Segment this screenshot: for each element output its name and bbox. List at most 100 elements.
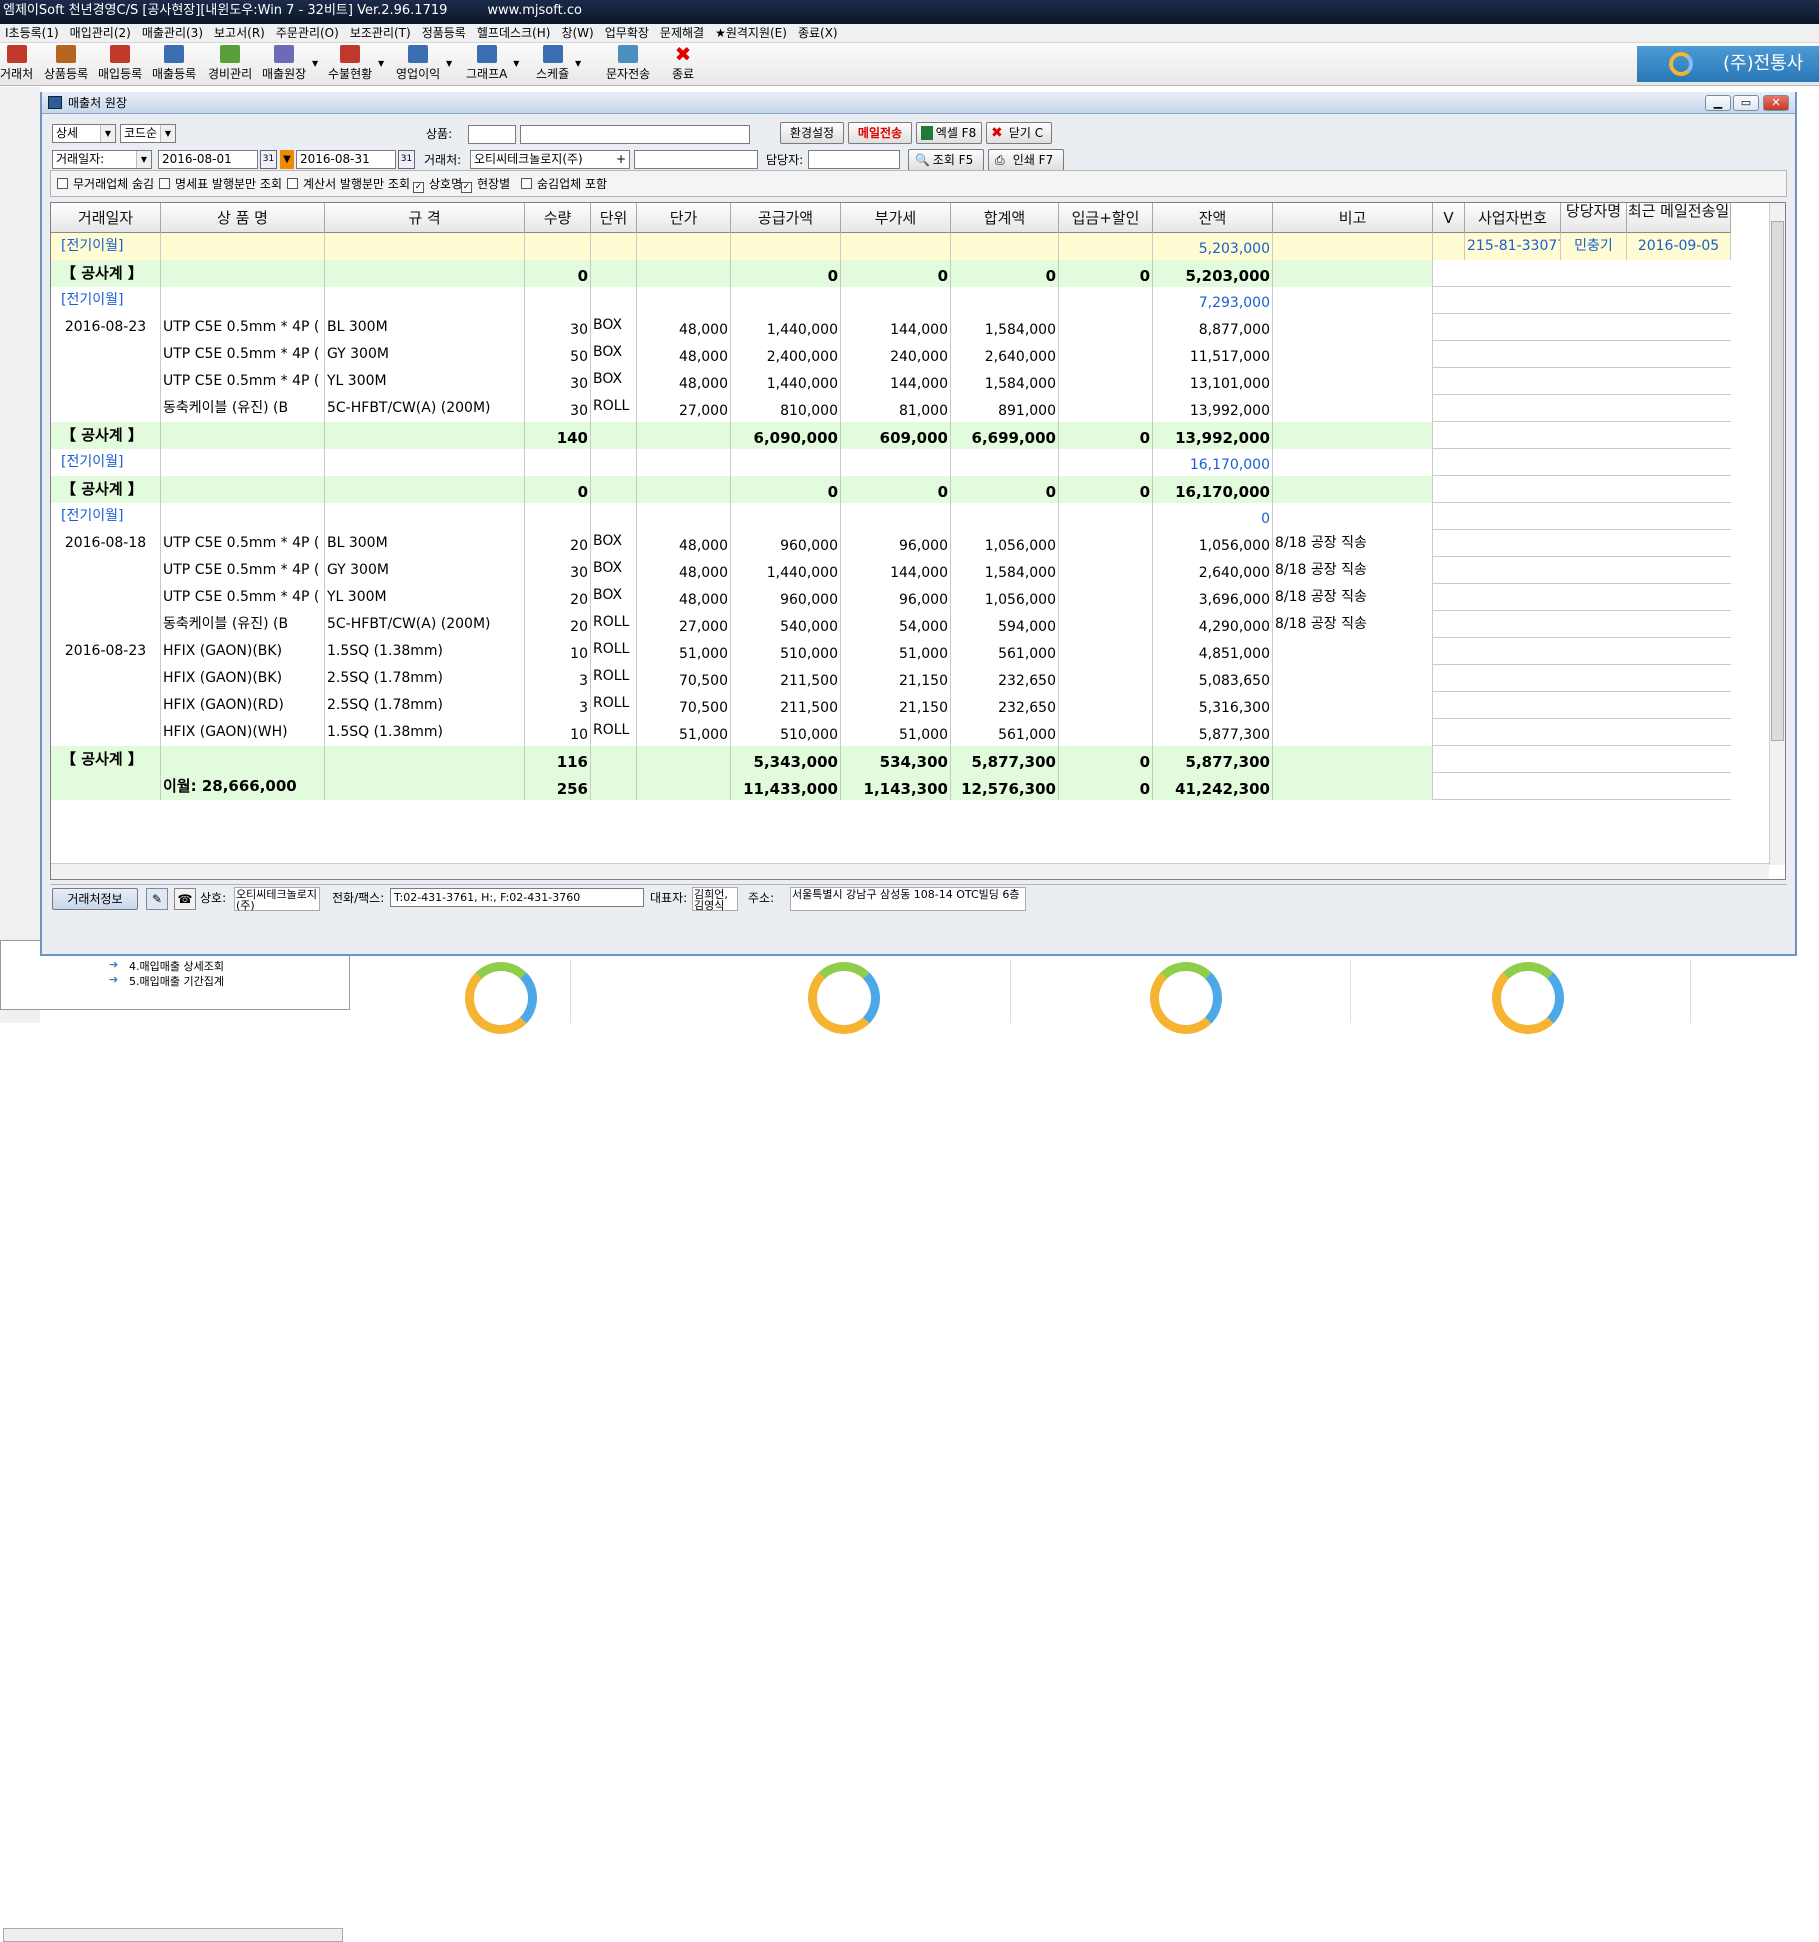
dropdown-arrow-icon[interactable]: ▼ bbox=[513, 59, 519, 68]
column-header[interactable]: 단위 bbox=[591, 203, 637, 233]
column-header[interactable]: 최근 메일전송일 bbox=[1627, 203, 1731, 233]
toolbar-ledger-button[interactable]: 매출원장 ▼ bbox=[262, 45, 318, 85]
column-header[interactable]: 규 격 bbox=[325, 203, 525, 233]
table-row[interactable]: UTP C5E 0.5mm * 4P (YL 300M 20 BOX 48,000 96… bbox=[51, 584, 1731, 611]
tree-item[interactable]: 4.매입매출 상세조회 bbox=[129, 958, 224, 974]
menu-item[interactable]: I초등록(1) bbox=[0, 24, 65, 42]
dropdown-arrow-icon[interactable]: ▼ bbox=[575, 59, 581, 68]
close-button[interactable]: ✖ 닫기 C bbox=[986, 122, 1052, 144]
calendar-from-icon[interactable]: 31 bbox=[260, 150, 277, 169]
dropdown-arrow-icon[interactable]: ▼ bbox=[312, 59, 318, 68]
date-range-arrow-icon[interactable]: ▼ bbox=[280, 150, 294, 169]
toolbar-expense-button[interactable]: 경비관리 bbox=[208, 45, 252, 85]
toolbar-product-button[interactable]: 상품등록 bbox=[44, 45, 88, 85]
sort-mode-select[interactable]: 코드순 ▼ bbox=[120, 124, 176, 143]
menu-item[interactable]: 종료(X) bbox=[793, 24, 844, 42]
checkbox-icon[interactable] bbox=[287, 178, 298, 189]
env-settings-button[interactable]: 환경설정 bbox=[780, 122, 844, 144]
calendar-to-icon[interactable]: 31 bbox=[398, 150, 415, 169]
column-header[interactable]: 공급가액 bbox=[731, 203, 841, 233]
toolbar-sales-button[interactable]: 매출등록 bbox=[152, 45, 196, 85]
option-checkbox[interactable]: ✓ 현장별 bbox=[461, 175, 510, 193]
product-code-input[interactable] bbox=[468, 125, 516, 144]
menu-item[interactable]: 창(W) bbox=[556, 24, 599, 42]
view-mode-select[interactable]: 상세 ▼ bbox=[52, 124, 116, 143]
date-to-input[interactable]: 2016-08-31 bbox=[296, 150, 396, 169]
table-row[interactable]: 【 공사계 】 0 0 0 0 0 5,203,000 bbox=[51, 260, 1731, 287]
window-close-button[interactable]: ✕ bbox=[1763, 95, 1789, 111]
option-checkbox[interactable]: 숨김업체 포함 bbox=[521, 175, 607, 193]
column-header[interactable]: 단가 bbox=[637, 203, 731, 233]
table-row[interactable]: [전기이월] 16,170,000 bbox=[51, 449, 1731, 476]
dropdown-arrow-icon[interactable]: ▼ bbox=[378, 59, 384, 68]
table-row[interactable]: [전기이월] 0 bbox=[51, 503, 1731, 530]
table-row[interactable]: 동축케이블 (유진) (B 5C-HFBT/CW(A) (200M) 30 ROLL 2… bbox=[51, 395, 1731, 422]
toolbar-chart-button[interactable]: 그래프A ▼ bbox=[466, 45, 519, 85]
column-header[interactable]: 사업자번호 bbox=[1465, 203, 1561, 233]
option-checkbox[interactable]: 명세표 발행분만 조회 bbox=[159, 175, 282, 193]
dropdown-arrow-icon[interactable]: ▼ bbox=[446, 59, 452, 68]
table-row[interactable]: HFIX (GAON)(BK) 2.5SQ (1.78mm) 3 ROLL 70,500… bbox=[51, 665, 1731, 692]
column-header[interactable]: 비고 bbox=[1273, 203, 1433, 233]
toolbar-calendar-button[interactable]: 스케쥴 ▼ bbox=[536, 45, 581, 85]
column-header[interactable]: 잔액 bbox=[1153, 203, 1273, 233]
toolbar-customer-button[interactable]: 거래처 bbox=[0, 45, 33, 85]
column-header[interactable]: V bbox=[1433, 203, 1465, 233]
menu-item[interactable]: 보고서(R) bbox=[209, 24, 271, 42]
grid-vertical-scrollbar[interactable] bbox=[1769, 203, 1785, 865]
menu-item[interactable]: 보조관리(T) bbox=[345, 24, 417, 42]
checkbox-icon[interactable]: ✓ bbox=[461, 182, 472, 193]
table-row[interactable]: HFIX (GAON)(WH) 1.5SQ (1.38mm) 10 ROLL 51,00… bbox=[51, 719, 1731, 746]
phone-icon[interactable]: ☎ bbox=[174, 888, 196, 910]
checkbox-icon[interactable] bbox=[521, 178, 532, 189]
grid-horizontal-scrollbar[interactable] bbox=[51, 863, 1769, 879]
maximize-button[interactable]: ▭ bbox=[1733, 95, 1759, 111]
table-row[interactable]: 2016-08-23 HFIX (GAON)(BK) 1.5SQ (1.38mm) 1… bbox=[51, 638, 1731, 665]
minimize-button[interactable]: ▁ bbox=[1705, 95, 1731, 111]
column-header[interactable]: 부가세 bbox=[841, 203, 951, 233]
table-row[interactable]: 2016-08-18 UTP C5E 0.5mm * 4P (BL 300M 20 B… bbox=[51, 530, 1731, 557]
column-header[interactable]: 수량 bbox=[525, 203, 591, 233]
tree-horizontal-scrollbar[interactable] bbox=[3, 1928, 343, 1942]
checkbox-icon[interactable]: ✓ bbox=[413, 182, 424, 193]
table-row[interactable]: HFIX (GAON)(RD) 2.5SQ (1.78mm) 3 ROLL 70,500… bbox=[51, 692, 1731, 719]
table-row[interactable]: [전기이월] 7,293,000 bbox=[51, 287, 1731, 314]
table-row[interactable]: 【 공사계 】 140 6,090,000 609,000 6,699,000 0 13,9… bbox=[51, 422, 1731, 449]
table-row[interactable]: 【 공사계 】 0 0 0 0 0 16,170,000 bbox=[51, 476, 1731, 503]
option-checkbox[interactable]: 무거래업체 숨김 bbox=[57, 175, 154, 193]
column-header[interactable]: 당당자명 bbox=[1561, 203, 1627, 233]
menu-item[interactable]: ★원격지원(E) bbox=[710, 24, 793, 42]
menu-item[interactable]: 매입관리(2) bbox=[65, 24, 137, 42]
table-row[interactable]: 【 공사계 】 116 5,343,000 534,300 5,877,300 0 5,87… bbox=[51, 746, 1731, 773]
edit-icon[interactable]: ✎ bbox=[146, 888, 168, 910]
date-type-select[interactable]: 거래일자: ▼ bbox=[52, 150, 152, 169]
product-name-input[interactable] bbox=[520, 125, 750, 144]
menu-item[interactable]: 정품등록 bbox=[417, 24, 472, 42]
checkbox-icon[interactable] bbox=[57, 178, 68, 189]
menu-item[interactable]: 문제해결 bbox=[655, 24, 710, 42]
email-send-button[interactable]: 메일전송 bbox=[848, 122, 912, 144]
menu-item[interactable]: 주문관리(O) bbox=[271, 24, 345, 42]
column-header[interactable]: 상 품 명 bbox=[161, 203, 325, 233]
customer-input[interactable]: 오티씨테크놀로지(주) + bbox=[470, 150, 630, 169]
table-row[interactable]: UTP C5E 0.5mm * 4P (GY 300M 50 BOX 48,000 2,… bbox=[51, 341, 1731, 368]
date-from-input[interactable]: 2016-08-01 bbox=[158, 150, 258, 169]
excel-button[interactable]: 엑셀 F8 bbox=[916, 122, 982, 144]
toolbar-purchase-button[interactable]: 매입등록 bbox=[98, 45, 142, 85]
menu-item[interactable]: 매출관리(3) bbox=[137, 24, 209, 42]
table-row[interactable]: [전기이월] 5,203,000 215-81-33077 민충기 2016-09-05 bbox=[51, 233, 1731, 260]
table-row[interactable]: UTP C5E 0.5mm * 4P (YL 300M 30 BOX 48,000 1,… bbox=[51, 368, 1731, 395]
scroll-thumb[interactable] bbox=[1771, 221, 1784, 741]
customer-info-tab[interactable]: 거래처정보 bbox=[52, 888, 138, 910]
toolbar-sms-button[interactable]: 문자전송 bbox=[606, 45, 650, 85]
table-row[interactable]: 동축케이블 (유진) (B 5C-HFBT/CW(A) (200M) 20 ROLL 2… bbox=[51, 611, 1731, 638]
table-row[interactable]: 이월: 28,666,000 256 11,433,000 1,143,300 12,5… bbox=[51, 773, 1731, 800]
option-checkbox[interactable]: 계산서 발행분만 조회 bbox=[287, 175, 410, 193]
column-header[interactable]: 합계액 bbox=[951, 203, 1059, 233]
search-button[interactable]: 🔍 조회 F5 bbox=[908, 149, 984, 171]
menu-item[interactable]: 헬프데스크(H) bbox=[472, 24, 557, 42]
manager-input[interactable] bbox=[808, 150, 900, 169]
table-row[interactable]: UTP C5E 0.5mm * 4P (GY 300M 30 BOX 48,000 1,… bbox=[51, 557, 1731, 584]
toolbar-inout-button[interactable]: 수불현황 ▼ bbox=[328, 45, 384, 85]
tree-item[interactable]: 5.매입매출 기간집계 bbox=[129, 973, 224, 989]
